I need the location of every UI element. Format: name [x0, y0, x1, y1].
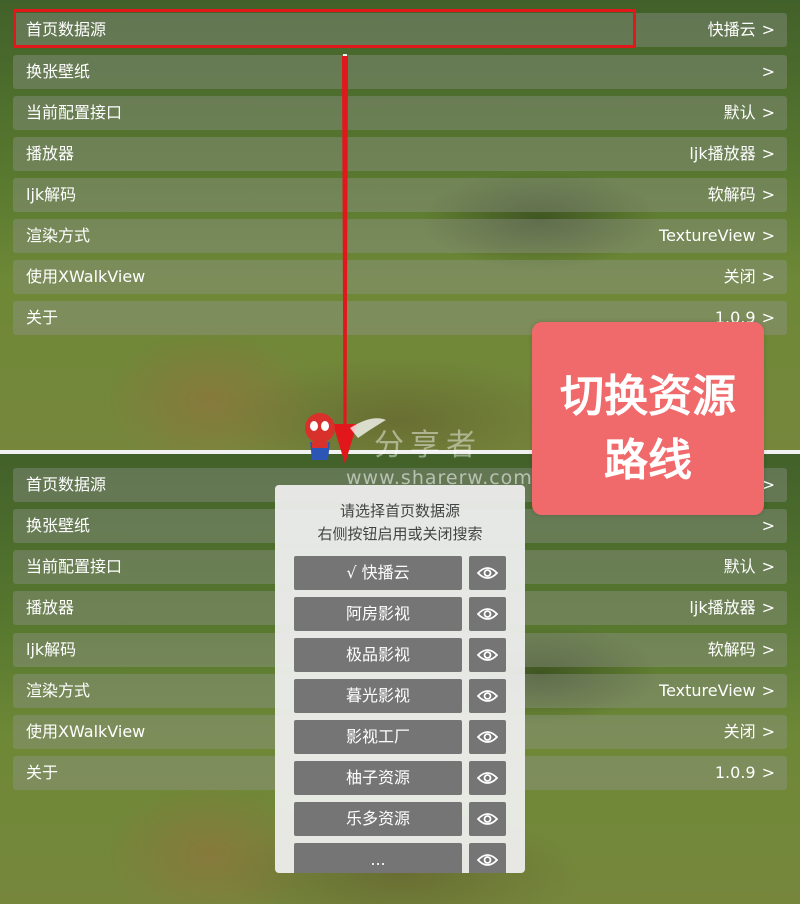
settings-row-wallpaper[interactable]: 换张壁纸 > [13, 55, 787, 89]
settings-row-xwalkview[interactable]: 使用XWalkView 关闭 > [13, 260, 787, 294]
row-label: 当前配置接口 [26, 103, 123, 122]
row-value: TextureView [659, 681, 756, 700]
search-toggle-button[interactable] [469, 720, 506, 754]
row-value: 关闭 [723, 722, 756, 741]
settings-row-config-api[interactable]: 当前配置接口 默认 > [13, 96, 787, 130]
watermark-text: 分享者 [374, 428, 482, 463]
chevron-right-icon: > [761, 226, 775, 245]
down-arrow-icon [333, 54, 357, 466]
row-value: 快播云 [707, 20, 756, 39]
row-label: 渲染方式 [26, 226, 91, 245]
row-value: 默认 [723, 103, 756, 122]
row-value: 1.0.9 [714, 763, 756, 782]
source-option-yingshi-gongchang[interactable]: 影视工厂 [294, 720, 462, 754]
source-select-dialog: 请选择首页数据源 右侧按钮启用或关闭搜索 √ 快播云 阿房影视 极品影视 暮光影… [275, 485, 525, 873]
source-option-youzi[interactable]: 柚子资源 [294, 761, 462, 795]
eye-icon [477, 608, 498, 620]
row-value: 软解码 [707, 640, 756, 659]
search-toggle-button[interactable] [469, 638, 506, 672]
chevron-right-icon: > [761, 681, 775, 700]
annotation-badge: 切换资源 路线 [532, 322, 764, 515]
row-label: 首页数据源 [26, 475, 107, 494]
badge-line-2: 路线 [604, 435, 692, 486]
row-label: 换张壁纸 [26, 516, 91, 535]
eye-icon [477, 690, 498, 702]
row-value: ljk播放器 [689, 598, 756, 617]
dialog-subtitle: 右侧按钮启用或关闭搜索 [317, 525, 483, 543]
source-option-kuaiboyun[interactable]: √ 快播云 [294, 556, 462, 590]
row-label: 换张壁纸 [26, 62, 91, 81]
source-option-muguang[interactable]: 暮光影视 [294, 679, 462, 713]
eye-icon [477, 731, 498, 743]
search-toggle-button[interactable] [469, 679, 506, 713]
eye-icon [477, 772, 498, 784]
search-toggle-button[interactable] [469, 802, 506, 836]
chevron-right-icon: > [761, 598, 775, 617]
row-label: 使用XWalkView [26, 267, 146, 286]
search-toggle-button[interactable] [469, 597, 506, 631]
row-label: 播放器 [26, 598, 75, 617]
chevron-right-icon: > [761, 516, 775, 535]
row-label: 关于 [26, 308, 59, 327]
row-label: 渲染方式 [26, 681, 91, 700]
source-option-jipin[interactable]: 极品影视 [294, 638, 462, 672]
chevron-right-icon: > [761, 103, 775, 122]
chevron-right-icon: > [761, 144, 775, 163]
search-toggle-button[interactable] [469, 556, 506, 590]
source-option-partial[interactable]: ... [294, 843, 462, 873]
eye-icon [477, 567, 498, 579]
chevron-right-icon: > [761, 20, 775, 39]
eye-icon [477, 813, 498, 825]
row-label: 播放器 [26, 144, 75, 163]
search-toggle-button[interactable] [469, 843, 506, 873]
settings-row-render-mode[interactable]: 渲染方式 TextureView > [13, 219, 787, 253]
source-option-afang[interactable]: 阿房影视 [294, 597, 462, 631]
eye-icon [477, 854, 498, 866]
chevron-right-icon: > [761, 763, 775, 782]
row-value: TextureView [659, 226, 756, 245]
chevron-right-icon: > [761, 308, 775, 327]
settings-row-player[interactable]: 播放器 ljk播放器 > [13, 137, 787, 171]
chevron-right-icon: > [761, 185, 775, 204]
row-label: 当前配置接口 [26, 557, 123, 576]
search-toggle-button[interactable] [469, 761, 506, 795]
row-value: 软解码 [707, 185, 756, 204]
settings-row-decoder[interactable]: ljk解码 软解码 > [13, 178, 787, 212]
badge-line-1: 切换资源 [560, 371, 736, 422]
row-label: 使用XWalkView [26, 722, 146, 741]
row-label: ljk解码 [26, 640, 77, 659]
chevron-right-icon: > [761, 557, 775, 576]
chevron-right-icon: > [761, 640, 775, 659]
eye-icon [477, 649, 498, 661]
chevron-right-icon: > [761, 62, 775, 81]
row-value: 关闭 [723, 267, 756, 286]
row-label: ljk解码 [26, 185, 77, 204]
source-option-leduo[interactable]: 乐多资源 [294, 802, 462, 836]
row-value: ljk播放器 [689, 144, 756, 163]
row-label: 关于 [26, 763, 59, 782]
row-value: 默认 [723, 557, 756, 576]
chevron-right-icon: > [761, 722, 775, 741]
dialog-title: 请选择首页数据源 [339, 502, 460, 520]
chevron-right-icon: > [761, 267, 775, 286]
highlight-box [13, 9, 636, 48]
